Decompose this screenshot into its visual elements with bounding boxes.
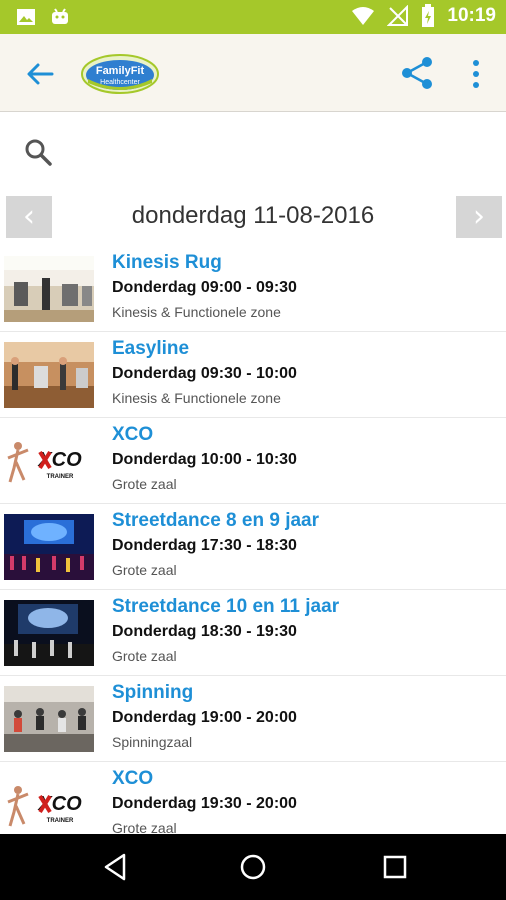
search-row[interactable] [0, 112, 506, 192]
status-bar: 10:19 [0, 0, 506, 34]
image-icon [17, 9, 35, 25]
class-title: Spinning [112, 682, 194, 703]
clock: 10:19 [447, 5, 496, 26]
class-time: Donderdag 19:00 - 20:00 [112, 709, 297, 726]
android-icon [52, 8, 68, 24]
class-time: Donderdag 09:30 - 10:00 [112, 365, 297, 382]
class-room: Kinesis & Functionele zone [112, 304, 281, 320]
class-title: Kinesis Rug [112, 252, 222, 273]
share-icon[interactable] [398, 54, 436, 92]
class-title: Streetdance 10 en 11 jaar [112, 596, 340, 617]
more-options-icon[interactable] [462, 56, 490, 92]
battery-icon [422, 4, 435, 27]
class-title: Easyline [112, 338, 190, 359]
current-date: donderdag 11-08-2016 [131, 202, 375, 229]
gym-photo [4, 342, 94, 408]
class-time: Donderdag 18:30 - 19:30 [112, 623, 297, 640]
list-item[interactable]: Spinning Donderdag 19:00 - 20:00 Spinnin… [0, 676, 506, 762]
xco-trainer-logo: XCO TRAINER [4, 428, 94, 494]
app-bar: FamilyFit Healthcenter [0, 34, 506, 112]
home-circle-icon[interactable] [238, 852, 268, 882]
class-time: Donderdag 10:00 - 10:30 [112, 451, 297, 468]
class-room: Kinesis & Functionele zone [112, 390, 281, 406]
date-navigation: ‹ donderdag 11-08-2016 › [0, 192, 506, 244]
no-signal-icon [387, 5, 409, 26]
xco-logo-subtext: TRAINER [47, 474, 74, 480]
back-triangle-icon[interactable] [100, 852, 130, 882]
class-room: Grote zaal [112, 562, 177, 578]
class-list: Kinesis Rug Donderdag 09:00 - 09:30 Kine… [0, 246, 506, 834]
list-item[interactable]: Easyline Donderdag 09:30 - 10:00 Kinesis… [0, 332, 506, 418]
familyfit-logo: FamilyFit Healthcenter [81, 54, 159, 94]
stage-photo [4, 514, 94, 580]
class-title: Streetdance 8 en 9 jaar [112, 510, 319, 531]
class-time: Donderdag 17:30 - 18:30 [112, 537, 297, 554]
class-time: Donderdag 09:00 - 09:30 [112, 279, 297, 296]
list-item[interactable]: XCO TRAINER XCO Donderdag 10:00 - 10:30 … [0, 418, 506, 504]
recents-square-icon[interactable] [380, 852, 410, 882]
logo-subtitle: Healthcenter [100, 79, 140, 86]
class-title: XCO [112, 768, 154, 789]
xco-trainer-logo: XCO TRAINER [4, 772, 94, 834]
list-item[interactable]: Streetdance 8 en 9 jaar Donderdag 17:30 … [0, 504, 506, 590]
list-item[interactable]: Kinesis Rug Donderdag 09:00 - 09:30 Kine… [0, 246, 506, 332]
class-room: Grote zaal [112, 476, 177, 492]
search-icon[interactable] [22, 136, 54, 168]
next-day-button[interactable]: › [456, 196, 502, 238]
class-room: Grote zaal [112, 820, 177, 834]
spinning-photo [4, 686, 94, 752]
wifi-icon [352, 7, 375, 25]
xco-logo-subtext: TRAINER [47, 818, 74, 824]
class-time: Donderdag 19:30 - 20:00 [112, 795, 297, 812]
system-navigation-bar [0, 834, 506, 900]
gym-photo [4, 256, 94, 322]
list-item[interactable]: Streetdance 10 en 11 jaar Donderdag 18:3… [0, 590, 506, 676]
class-room: Spinningzaal [112, 734, 193, 750]
logo-title: FamilyFit [96, 65, 145, 77]
class-room: Grote zaal [112, 648, 177, 664]
list-item[interactable]: XCO TRAINER XCO Donderdag 19:30 - 20:00 … [0, 762, 506, 834]
back-arrow-icon[interactable] [22, 56, 58, 92]
class-title: XCO [112, 424, 154, 445]
stage-photo [4, 600, 94, 666]
